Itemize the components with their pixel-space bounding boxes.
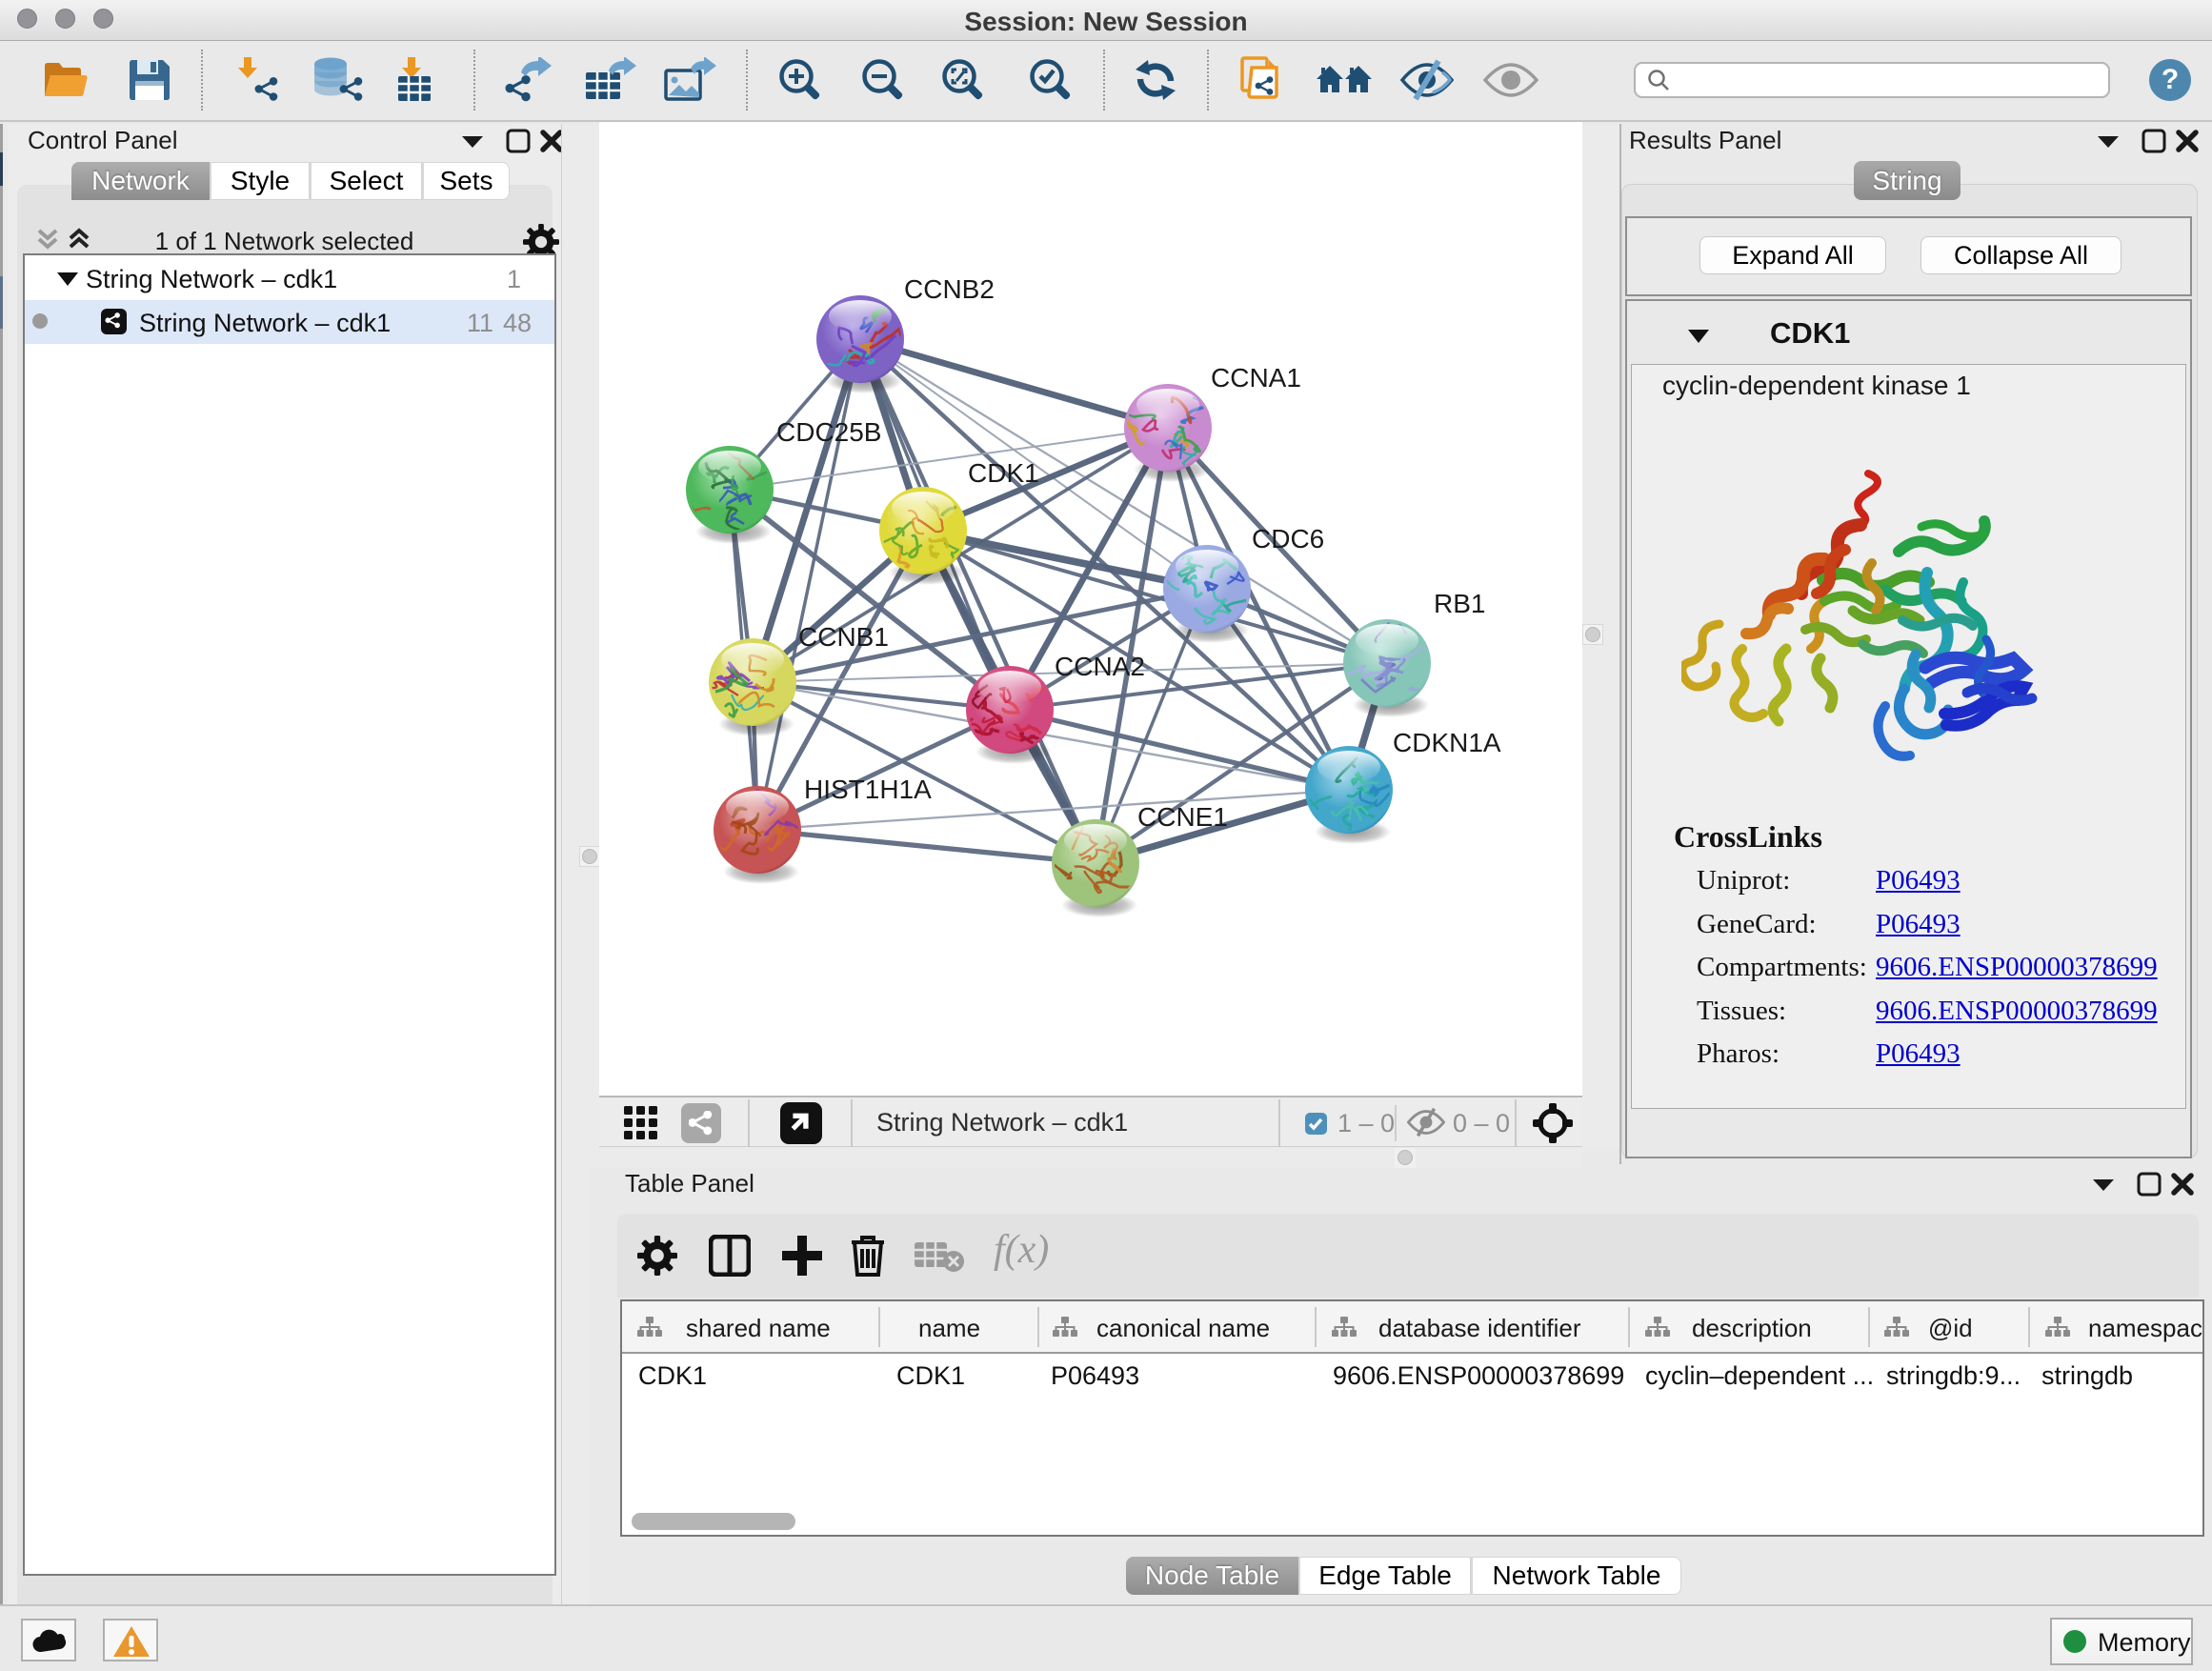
svg-text:CDC6: CDC6 xyxy=(1252,524,1324,554)
svg-text:?: ? xyxy=(2162,64,2179,95)
svg-text:CDC25B: CDC25B xyxy=(776,417,881,447)
svg-text:CCNA1: CCNA1 xyxy=(1211,363,1301,393)
svg-text:HIST1H1A: HIST1H1A xyxy=(804,775,932,804)
svg-text:CCNB1: CCNB1 xyxy=(798,622,889,652)
svg-text:CDK1: CDK1 xyxy=(968,458,1039,488)
svg-text:RB1: RB1 xyxy=(1434,589,1485,618)
svg-text:CDKN1A: CDKN1A xyxy=(1393,728,1501,757)
svg-text:CCNA2: CCNA2 xyxy=(1055,652,1145,681)
svg-text:CCNE1: CCNE1 xyxy=(1137,802,1228,832)
svg-text:CCNB2: CCNB2 xyxy=(904,274,995,304)
